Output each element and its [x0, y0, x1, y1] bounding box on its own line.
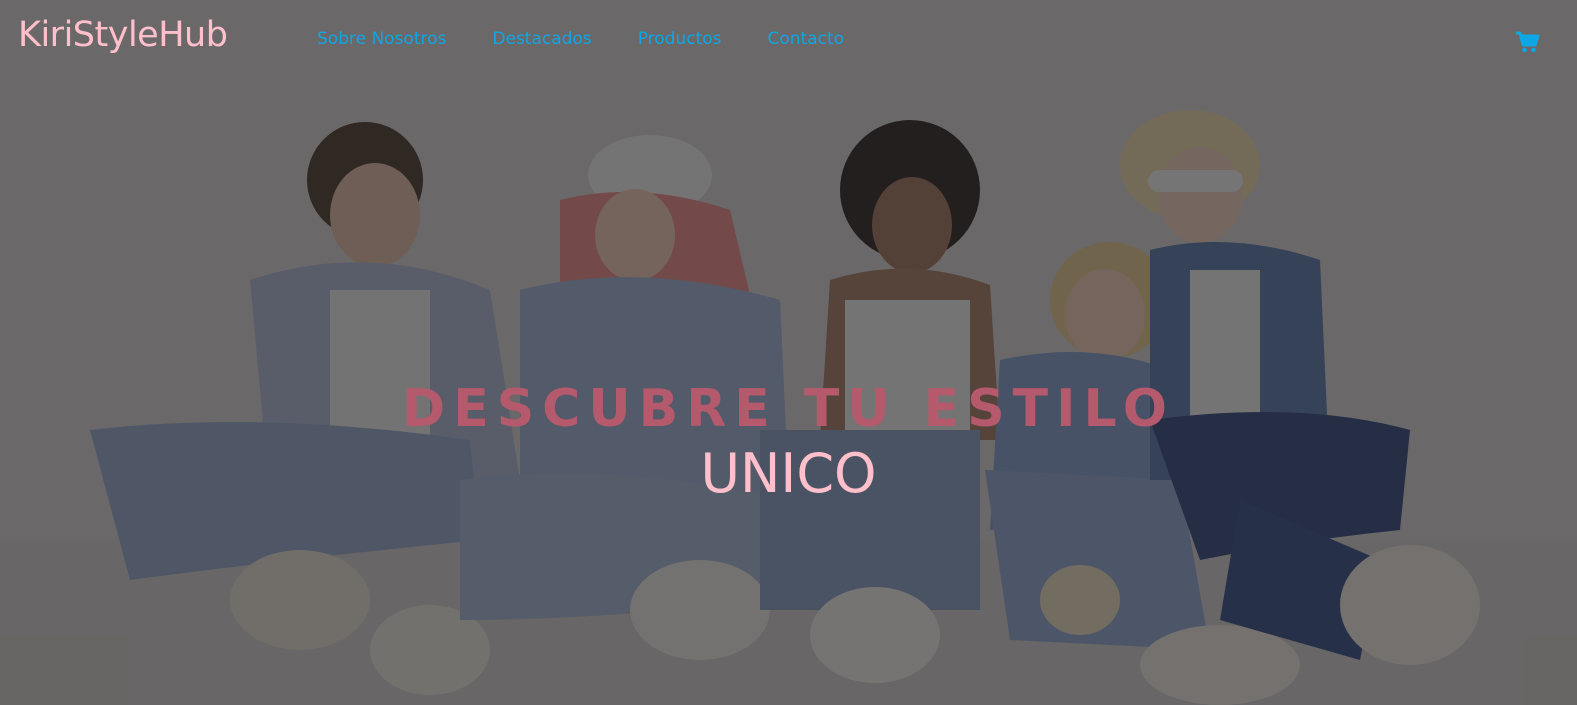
nav-item-destacados: Destacados: [492, 29, 591, 49]
nav-links: Sobre Nosotros Destacados Productos Cont…: [317, 29, 890, 49]
cart-icon: [1516, 31, 1540, 53]
nav-link-productos[interactable]: Productos: [638, 29, 722, 49]
top-navbar: KiriStyleHub Sobre Nosotros Destacados P…: [0, 0, 1577, 82]
hero-subtitle: UNICO: [700, 442, 877, 505]
nav-link-sobre-nosotros[interactable]: Sobre Nosotros: [317, 29, 446, 49]
nav-item-contacto: Contacto: [768, 29, 845, 49]
hero-headline: DESCUBRE TU ESTILO UNICO: [0, 378, 1577, 505]
cart-button[interactable]: [1514, 29, 1540, 55]
dark-overlay: [0, 0, 1577, 705]
hero-title: DESCUBRE TU ESTILO: [402, 379, 1175, 439]
nav-item-sobre-nosotros: Sobre Nosotros: [317, 29, 446, 49]
nav-item-productos: Productos: [638, 29, 722, 49]
brand-logo[interactable]: KiriStyleHub: [18, 15, 228, 55]
nav-link-contacto[interactable]: Contacto: [768, 29, 845, 49]
nav-link-destacados[interactable]: Destacados: [492, 29, 591, 49]
hero-section: KiriStyleHub Sobre Nosotros Destacados P…: [0, 0, 1577, 705]
